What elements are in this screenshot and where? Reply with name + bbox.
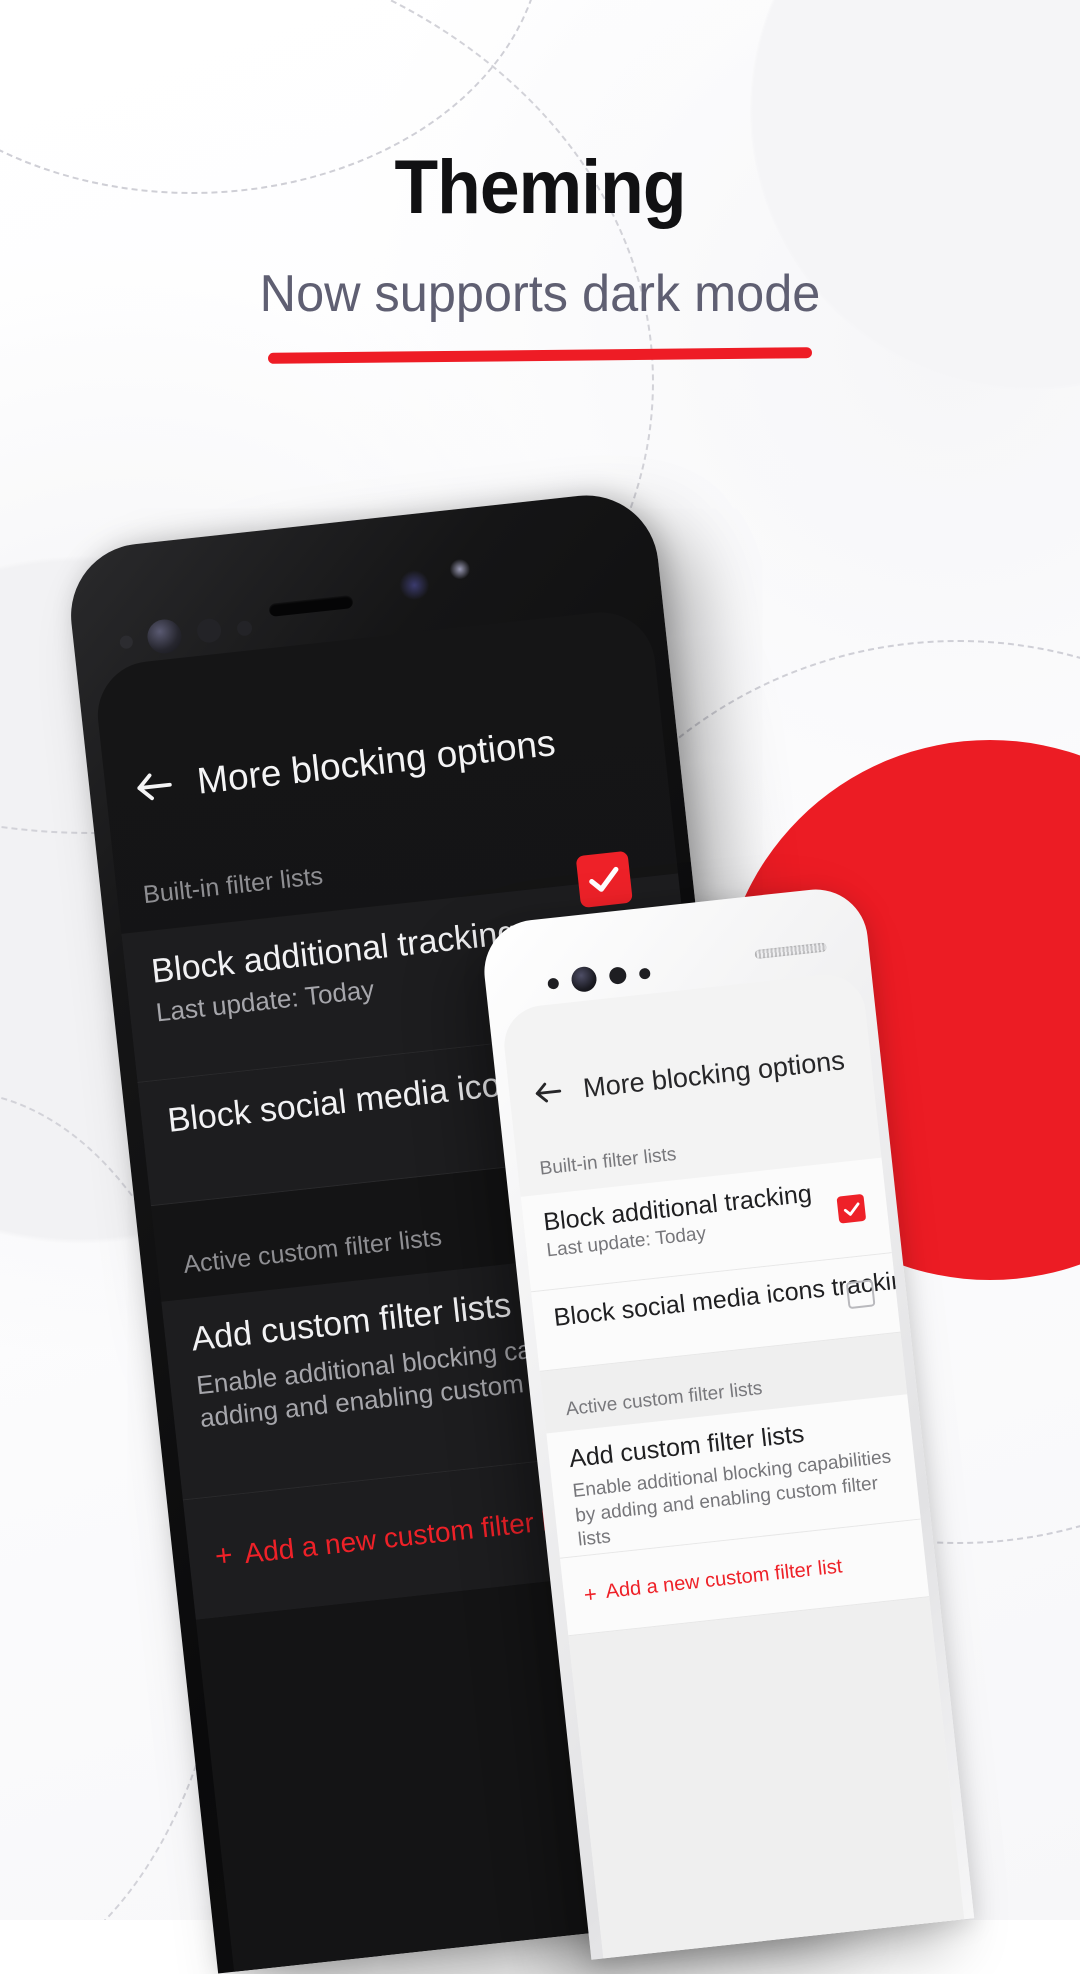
dark-phone-sensor-dot-3	[236, 620, 253, 637]
light-section-builtin: Built-in filter lists	[538, 1143, 678, 1180]
page-subtitle: Now supports dark mode	[259, 265, 821, 323]
dark-phone-sensor-dot-2	[195, 617, 223, 644]
light-screen-filler	[568, 1597, 965, 1959]
dark-add-filter-list-label: Add a new custom filter list	[242, 1502, 578, 1570]
arrow-left-icon[interactable]	[530, 1074, 567, 1111]
light-phone-sensor-dot-3	[638, 967, 651, 980]
arrow-left-icon[interactable]	[129, 761, 180, 812]
light-add-filter-list-label: Add a new custom filter list	[604, 1555, 844, 1603]
promo-header: Theming Now supports dark mode	[0, 145, 1080, 364]
light-checkbox-unchecked-2[interactable]	[845, 1279, 876, 1310]
light-phone-sensor-dot-1	[547, 977, 560, 990]
dark-appbar: More blocking options	[100, 677, 669, 847]
light-phone-sensor-dot-2	[608, 966, 628, 985]
page-title: Theming	[394, 145, 686, 230]
dark-phone-sensor-glow-2	[448, 558, 471, 581]
light-appbar: More blocking options	[505, 1016, 876, 1138]
dark-section-builtin: Built-in filter lists	[141, 861, 325, 910]
light-checkbox-checked-1[interactable]	[836, 1193, 867, 1224]
dark-phone-sensor-dot-1	[119, 634, 134, 650]
dark-appbar-title: More blocking options	[195, 722, 558, 802]
light-appbar-title: More blocking options	[581, 1044, 846, 1103]
plus-icon: +	[582, 1580, 599, 1607]
light-phone-front-camera	[570, 965, 598, 994]
plus-icon: +	[213, 1538, 235, 1574]
dark-phone-front-camera	[145, 617, 184, 656]
dark-checkbox-checked-1[interactable]	[575, 850, 633, 909]
